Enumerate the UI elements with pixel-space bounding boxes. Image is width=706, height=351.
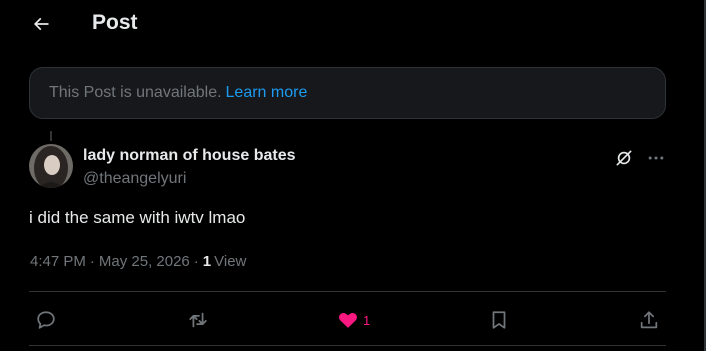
unavailable-text: This Post is unavailable. <box>49 84 222 101</box>
post-time[interactable]: 4:47 PM <box>30 253 86 270</box>
avatar[interactable] <box>29 144 73 188</box>
share-button[interactable] <box>638 304 660 336</box>
heart-icon <box>339 313 357 328</box>
divider <box>29 345 666 346</box>
post-header: Post <box>0 0 704 46</box>
action-bar: 1 <box>29 304 666 336</box>
meta-separator: · <box>89 253 95 270</box>
unavailable-notice: This Post is unavailable. Learn more <box>29 67 666 119</box>
views-label: View <box>214 253 247 270</box>
more-dots-icon <box>648 156 664 160</box>
grok-icon <box>616 150 632 166</box>
like-count: 1 <box>363 312 371 328</box>
reply-bubble-icon <box>37 311 55 329</box>
author-handle[interactable]: @theangelyuri <box>83 170 186 188</box>
page-title: Post <box>92 11 138 34</box>
bookmark-icon <box>492 311 506 329</box>
like-button[interactable]: 1 <box>337 304 370 336</box>
arrow-left-icon <box>33 17 49 31</box>
reply-button[interactable] <box>35 304 57 336</box>
grok-button[interactable] <box>612 146 636 170</box>
share-icon <box>640 311 658 329</box>
meta-separator: · <box>193 253 199 270</box>
divider <box>29 291 666 292</box>
repost-icon <box>189 312 207 328</box>
post-text: i did the same with iwtv lmao <box>29 208 246 227</box>
bookmark-button[interactable] <box>488 304 510 336</box>
views-count: 1 <box>202 253 212 270</box>
post-date[interactable]: May 25, 2026 <box>99 253 190 270</box>
back-button[interactable] <box>26 9 56 39</box>
repost-button[interactable] <box>187 304 209 336</box>
post-meta: 4:47 PM · May 25, 2026 · 1 View <box>30 253 246 270</box>
thread-connector-line <box>50 131 52 141</box>
author-name[interactable]: lady norman of house bates <box>83 147 295 165</box>
more-options-button[interactable] <box>644 146 668 170</box>
learn-more-link[interactable]: Learn more <box>226 84 308 102</box>
